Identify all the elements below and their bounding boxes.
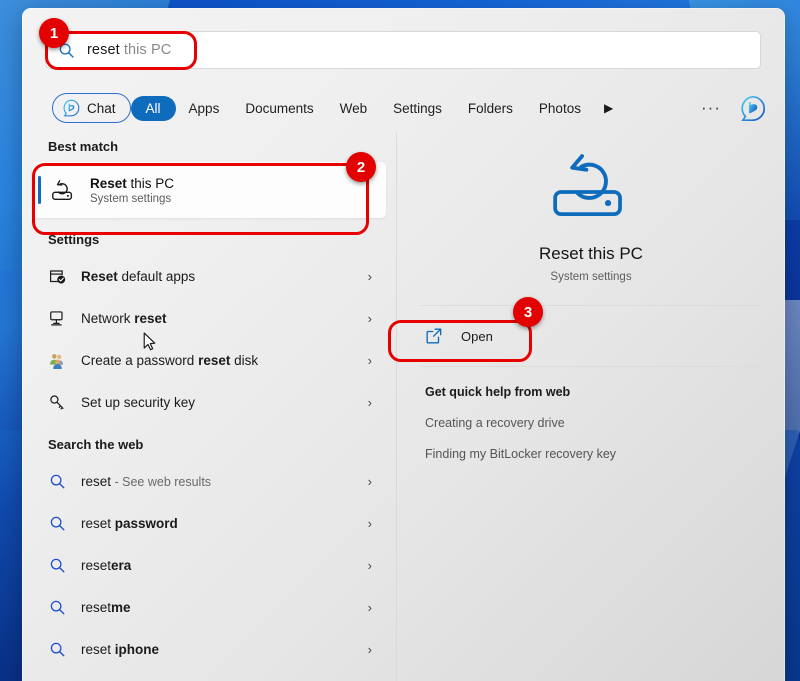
label-pre: Network [81,310,135,326]
search-icon [46,512,68,534]
web-item-resetera[interactable]: resetera › [32,544,386,586]
settings-section-heading: Settings [48,232,100,247]
label-bold: Reset [81,268,118,284]
tab-apps[interactable]: Apps [176,96,233,121]
tab-chat-label: Chat [87,100,116,116]
list-item-set-up-security-key[interactable]: Set up security key › [32,381,386,423]
preview-header: Reset this PC System settings [397,133,785,283]
search-icon [46,596,68,618]
chevron-right-icon: › [367,473,372,489]
tabs-next-arrow-icon[interactable]: ▶ [594,101,623,115]
label-pre: reset [81,641,115,657]
key-icon [46,391,68,413]
label-bold: reset [134,310,167,326]
tabs-overflow-icon[interactable]: ··· [691,99,731,116]
quick-help-item-bitlocker-key[interactable]: Finding my BitLocker recovery key [397,430,785,461]
list-item-label: Create a password reset disk [81,353,368,368]
open-button[interactable]: Open [413,316,769,356]
chevron-right-icon: › [367,599,372,615]
network-icon [46,307,68,329]
best-match-heading: Best match [48,139,119,154]
search-icon [59,43,74,58]
filter-tabs: Chat All Apps Documents Web Settings Fol… [52,88,768,128]
label-post: default apps [117,268,196,284]
search-icon [46,470,68,492]
list-item-label: resetme [81,600,368,615]
preview-subtitle: System settings [550,271,632,283]
default-apps-icon [46,265,68,287]
list-item-label: Network reset [81,311,368,326]
web-item-reset-see-web-results[interactable]: reset - See web results › [32,460,386,502]
chevron-right-icon: › [367,394,372,410]
list-item-create-password-reset-disk[interactable]: Create a password reset disk › [32,339,386,381]
best-match-title-rest: this PC [126,175,175,191]
search-icon [46,638,68,660]
label-post: - See web results [111,474,212,489]
list-item-label: reset iphone [81,642,368,657]
search-flyout-panel: reset this PC Chat All Apps Documents We… [22,8,785,681]
search-input[interactable]: reset this PC [45,31,761,69]
tab-photos[interactable]: Photos [526,96,594,121]
label-bold: password [114,515,178,531]
bing-chat-icon [63,99,80,117]
best-match-title: Reset this PC [90,176,174,191]
users-icon [46,349,68,371]
best-match-subtitle: System settings [90,192,172,205]
tab-all[interactable]: All [130,95,176,121]
open-external-icon [426,328,442,344]
search-query-text: reset this PC [87,42,171,58]
tab-web[interactable]: Web [327,96,381,121]
web-item-reset-password[interactable]: reset password › [32,502,386,544]
quick-help-heading: Get quick help from web [425,385,571,399]
web-item-reset-iphone[interactable]: reset iphone › [32,628,386,670]
best-match-result[interactable]: Reset this PC System settings [32,162,386,218]
tab-chat[interactable]: Chat [52,93,131,123]
best-match-text-group: Reset this PC System settings [90,176,174,205]
selection-accent-bar [38,176,41,204]
preview-divider [421,305,761,306]
label-pre: reset [81,515,115,531]
tab-folders[interactable]: Folders [455,96,526,121]
web-section-heading: Search the web [48,437,144,452]
results-list: Best match Reset this PC System settings… [22,133,396,681]
chevron-right-icon: › [367,352,372,368]
label-bold: reset [198,352,231,368]
label-post: disk [230,352,259,368]
chevron-right-icon: › [367,268,372,284]
reset-pc-large-icon [553,154,622,217]
chevron-right-icon: › [367,557,372,573]
search-typed-text: reset [87,42,120,58]
results-area: Best match Reset this PC System settings… [22,133,785,681]
list-item-label: reset - See web results [81,474,368,489]
chevron-right-icon: › [367,515,372,531]
label-pre: reset [81,473,112,489]
quick-help-item-recovery-drive[interactable]: Creating a recovery drive [397,399,785,430]
tab-documents[interactable]: Documents [232,96,326,121]
label-pre: reset [81,599,112,615]
list-item-network-reset[interactable]: Network reset › [32,297,386,339]
label-bold: era [111,557,132,573]
bing-icon[interactable] [739,95,766,122]
preview-pane: Reset this PC System settings Open Get q… [397,133,785,681]
best-match-title-bold: Reset [90,175,127,191]
reset-pc-icon [52,180,73,200]
list-item-reset-default-apps[interactable]: Reset default apps › [32,255,386,297]
chevron-right-icon: › [367,310,372,326]
preview-title: Reset this PC [539,244,643,263]
open-button-label: Open [461,328,493,344]
chevron-right-icon: › [367,641,372,657]
search-icon [46,554,68,576]
list-item-label: Reset default apps [81,269,368,284]
label-bold: me [111,599,131,615]
list-item-label: resetera [81,558,368,573]
list-item-label: Set up security key [81,394,196,410]
label-pre: reset [81,557,112,573]
tab-settings[interactable]: Settings [380,96,455,121]
search-suggestion-text: this PC [119,42,172,58]
label-pre: Create a password [81,352,199,368]
list-item-label: reset password [81,516,368,531]
label-bold: iphone [114,641,160,657]
web-item-resetme[interactable]: resetme › [32,586,386,628]
